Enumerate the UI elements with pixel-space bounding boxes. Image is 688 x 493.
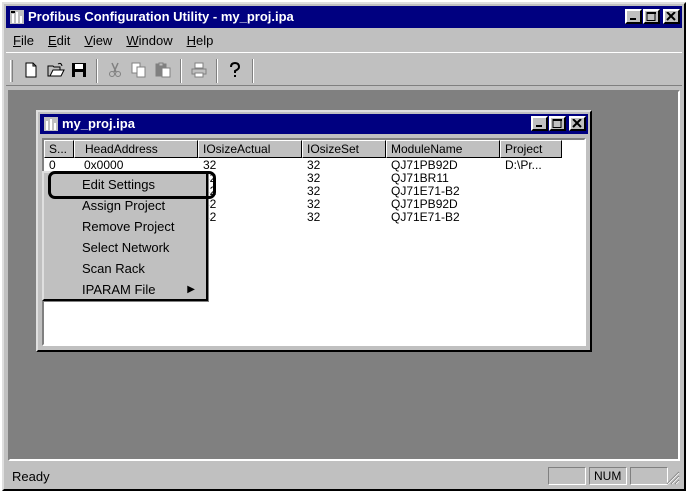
toolbar-separator <box>252 59 254 83</box>
menu-edit-mnemonic: E <box>47 33 57 48</box>
cell-iosizeset: 32 <box>307 185 321 198</box>
cell-iosizeactual: 32 <box>203 185 217 198</box>
menu-view-mnemonic: V <box>84 33 93 48</box>
save-button[interactable] <box>68 59 90 81</box>
print-icon <box>191 62 207 78</box>
list-header: S... HeadAddress IOsizeActual IOsizeSet … <box>44 140 562 158</box>
column-header-iosizeset[interactable]: IOsizeSet <box>302 140 386 158</box>
document-icon <box>44 117 58 131</box>
toolbar-separator <box>180 59 182 83</box>
cut-button[interactable] <box>104 59 126 81</box>
child-maximize-button[interactable] <box>549 116 566 131</box>
menu-window-mnemonic: W <box>126 33 139 48</box>
cell-iosizeactual: 32 <box>203 198 217 211</box>
close-icon <box>666 12 676 21</box>
project-window-title-bar[interactable]: my_proj.ipa <box>40 114 588 134</box>
menu-item-edit-settings[interactable]: Edit Settings <box>47 175 203 196</box>
menu-item-scan-rack[interactable]: Scan Rack <box>47 259 203 280</box>
cell-modulename: QJ71BR11 <box>391 172 449 185</box>
column-header-project[interactable]: Project <box>500 140 562 158</box>
submenu-arrow-icon: ▶ <box>187 284 195 295</box>
context-menu: Edit Settings Assign Project Remove Proj… <box>42 171 208 301</box>
cell-iosizeactual: 32 <box>203 172 217 185</box>
cell-modulename: QJ71E71-B2 <box>391 211 460 224</box>
minimize-icon <box>536 125 542 127</box>
menu-bar: File Edit View Window Help <box>6 30 682 50</box>
toolbar-separator <box>96 59 98 83</box>
menu-item-iparam-file[interactable]: IPARAM File ▶ <box>47 280 203 301</box>
maximize-icon <box>552 119 562 128</box>
cell-iosizeset: 32 <box>307 198 321 211</box>
menu-file-rest: ile <box>20 33 34 48</box>
cell-modulename: QJ71PB92D <box>391 159 458 172</box>
cell-iosizeset: 32 <box>307 159 321 172</box>
open-folder-icon <box>47 62 65 77</box>
minimize-icon <box>630 18 636 20</box>
maximize-button[interactable] <box>643 9 660 24</box>
minimize-button[interactable] <box>625 9 642 24</box>
main-window: Profibus Configuration Utility - my_proj… <box>2 2 686 491</box>
cell-modulename: QJ71E71-B2 <box>391 185 460 198</box>
status-panel-caps <box>548 467 586 485</box>
column-header-headaddress[interactable]: HeadAddress <box>74 140 198 158</box>
column-header-s[interactable]: S... <box>44 140 74 158</box>
status-text: Ready <box>12 469 50 484</box>
cell-project <box>500 185 562 198</box>
menu-item-remove-project[interactable]: Remove Project <box>47 217 203 238</box>
new-button[interactable] <box>20 59 42 81</box>
child-close-button[interactable] <box>569 116 586 131</box>
app-icon <box>10 10 24 24</box>
status-panel-num: NUM <box>589 467 627 485</box>
menu-window[interactable]: Window <box>119 30 179 50</box>
open-button[interactable] <box>44 59 66 81</box>
menu-edit-rest: dit <box>56 33 71 48</box>
menu-window-rest: indow <box>138 33 173 48</box>
menu-item-select-network[interactable]: Select Network <box>47 238 203 259</box>
status-panel-scroll <box>630 467 668 485</box>
window-title: Profibus Configuration Utility - my_proj… <box>28 9 294 24</box>
toolbar <box>6 52 682 86</box>
column-header-iosizeactual[interactable]: IOsizeActual <box>198 140 302 158</box>
menu-help-mnemonic: H <box>186 33 196 48</box>
menu-edit[interactable]: Edit <box>41 30 77 50</box>
cell-iosizeactual: 32 <box>203 159 217 172</box>
menu-item-iparam-file-label: IPARAM File <box>82 282 156 297</box>
menu-file-mnemonic: F <box>13 33 21 48</box>
cell-project: D:\Pr... <box>505 159 542 172</box>
project-window-title: my_proj.ipa <box>62 116 135 131</box>
toolbar-separator <box>216 59 218 83</box>
paste-button[interactable] <box>152 59 174 81</box>
close-icon <box>572 119 582 128</box>
menu-view-rest: iew <box>92 33 113 48</box>
column-header-modulename[interactable]: ModuleName <box>386 140 500 158</box>
child-minimize-button[interactable] <box>531 116 548 131</box>
print-button[interactable] <box>188 59 210 81</box>
menu-item-assign-project[interactable]: Assign Project <box>47 196 203 217</box>
cell-iosizeset: 32 <box>307 211 321 224</box>
cut-scissors-icon <box>109 62 121 77</box>
cell-project <box>500 198 562 211</box>
cell-project <box>500 172 562 185</box>
cell-iosizeactual: 32 <box>203 211 217 224</box>
help-button[interactable] <box>224 59 246 81</box>
copy-icon <box>131 62 146 78</box>
cell-project <box>500 211 562 224</box>
cell-modulename: QJ71PB92D <box>391 198 458 211</box>
status-bar: Ready NUM <box>6 465 682 487</box>
menu-help[interactable]: Help <box>180 30 221 50</box>
save-disk-icon <box>72 63 86 77</box>
paste-icon <box>155 62 171 78</box>
help-question-icon <box>230 62 241 77</box>
close-button[interactable] <box>663 9 680 24</box>
resize-grip-icon[interactable] <box>666 471 680 485</box>
menu-view[interactable]: View <box>77 30 119 50</box>
menu-file[interactable]: File <box>6 30 41 50</box>
title-bar[interactable]: Profibus Configuration Utility - my_proj… <box>6 6 682 28</box>
maximize-icon <box>646 12 656 21</box>
menu-help-rest: elp <box>195 33 214 48</box>
cell-iosizeset: 32 <box>307 172 321 185</box>
toolbar-grip[interactable] <box>10 60 13 82</box>
new-file-icon <box>25 62 37 78</box>
copy-button[interactable] <box>128 59 150 81</box>
